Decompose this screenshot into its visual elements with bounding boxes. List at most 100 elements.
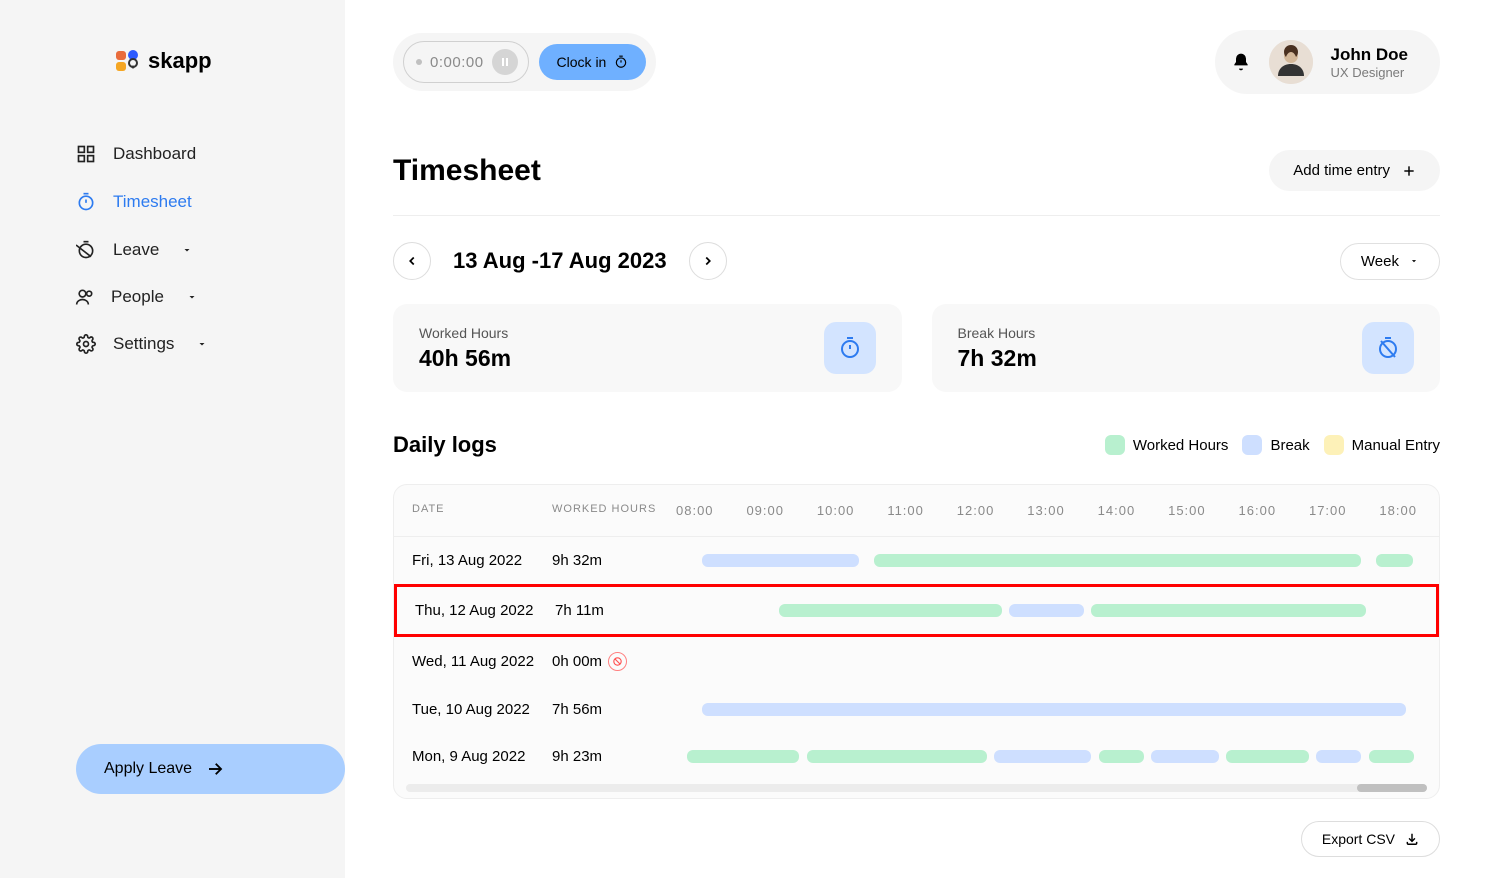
- period-select[interactable]: Week: [1340, 243, 1440, 280]
- apply-leave-button[interactable]: Apply Leave: [76, 744, 345, 794]
- user-info[interactable]: John Doe UX Designer: [1331, 45, 1408, 80]
- header-worked: WORKED HOURS: [552, 503, 672, 518]
- work-bar: [1091, 604, 1366, 617]
- timer-icon: [824, 322, 876, 374]
- work-bar: [807, 750, 987, 763]
- nav-item-label: Timesheet: [113, 192, 192, 212]
- tick: 16:00: [1239, 503, 1277, 518]
- row-timeline: [672, 703, 1421, 716]
- logs-table: DATE WORKED HOURS 08:00 09:00 10:00 11:0…: [393, 484, 1440, 799]
- tick: 11:00: [887, 503, 924, 518]
- row-timeline: [672, 655, 1421, 668]
- elapsed-time: 0:00:00: [430, 54, 484, 71]
- status-dot: [416, 59, 422, 65]
- legend-break: Break: [1242, 435, 1309, 455]
- nav-item-label: Leave: [113, 240, 159, 260]
- work-bar: [1099, 750, 1144, 763]
- avatar[interactable]: [1269, 40, 1313, 84]
- stats-row: Worked Hours 40h 56m Break Hours 7h 32m: [393, 304, 1440, 392]
- tick: 10:00: [817, 503, 855, 518]
- tick: 14:00: [1098, 503, 1136, 518]
- nav-settings[interactable]: Settings: [75, 320, 270, 368]
- worked-value: 40h 56m: [419, 345, 511, 372]
- row-timeline: [675, 604, 1418, 617]
- period-label: Week: [1361, 253, 1399, 270]
- user-name: John Doe: [1331, 45, 1408, 65]
- row-date: Wed, 11 Aug 2022: [412, 653, 552, 670]
- export-csv-button[interactable]: Export CSV: [1301, 821, 1440, 857]
- timer-icon: [75, 191, 97, 213]
- legend-label: Worked Hours: [1133, 437, 1229, 454]
- row-hours: 7h 56m: [552, 701, 672, 718]
- next-week-button[interactable]: [689, 242, 727, 280]
- download-icon: [1405, 832, 1419, 846]
- legend-worked: Worked Hours: [1105, 435, 1229, 455]
- date-range: 13 Aug -17 Aug 2023: [453, 248, 667, 274]
- chevron-down-icon: [186, 291, 198, 303]
- title-row: Timesheet Add time entry: [393, 150, 1440, 216]
- timer-off-icon: [1362, 322, 1414, 374]
- profile-widget: John Doe UX Designer: [1215, 30, 1440, 94]
- legend-label: Manual Entry: [1352, 437, 1440, 454]
- legend-swatch-worked: [1105, 435, 1125, 455]
- nav-timesheet[interactable]: Timesheet: [75, 178, 270, 226]
- timer-icon: [614, 55, 628, 69]
- break-label: Break Hours: [958, 325, 1037, 341]
- pause-button[interactable]: [492, 49, 518, 75]
- skapp-logo-icon: [116, 49, 140, 73]
- arrow-right-icon: [206, 760, 224, 778]
- log-row[interactable]: Mon, 9 Aug 2022 9h 23m: [394, 733, 1439, 780]
- break-bar: [702, 703, 1406, 716]
- break-value: 7h 32m: [958, 345, 1037, 372]
- notification-bell-icon[interactable]: [1231, 52, 1251, 72]
- logo-text: skapp: [148, 48, 212, 74]
- break-bar: [702, 554, 859, 567]
- chevron-down-icon: [1409, 256, 1419, 266]
- sidebar: skapp Dashboard Timesheet Leave: [0, 0, 345, 878]
- nav-people[interactable]: People: [75, 274, 270, 320]
- horizontal-scrollbar[interactable]: [406, 784, 1427, 792]
- row-date: Thu, 12 Aug 2022: [415, 602, 555, 619]
- leave-icon: [75, 239, 97, 261]
- clock-in-button[interactable]: Clock in: [539, 44, 647, 80]
- plus-icon: [1402, 164, 1416, 178]
- apply-leave-label: Apply Leave: [104, 760, 192, 778]
- prev-week-button[interactable]: [393, 242, 431, 280]
- row-hours: 9h 23m: [552, 748, 672, 765]
- worked-label: Worked Hours: [419, 325, 511, 341]
- row-timeline: [672, 554, 1421, 567]
- nav-item-label: People: [111, 287, 164, 307]
- row-timeline: [672, 750, 1421, 763]
- tick: 13:00: [1027, 503, 1065, 518]
- nav-leave[interactable]: Leave: [75, 226, 270, 274]
- work-bar: [1226, 750, 1308, 763]
- work-bar: [874, 554, 1361, 567]
- tick: 15:00: [1168, 503, 1206, 518]
- log-row[interactable]: Fri, 13 Aug 2022 9h 32m: [394, 537, 1439, 584]
- add-time-entry-button[interactable]: Add time entry: [1269, 150, 1440, 191]
- work-bar: [1376, 554, 1413, 567]
- log-row[interactable]: Wed, 11 Aug 2022 0h 00m: [394, 637, 1439, 686]
- date-nav-row: 13 Aug -17 Aug 2023 Week: [393, 242, 1440, 280]
- gear-icon: [75, 333, 97, 355]
- break-bar: [994, 750, 1091, 763]
- worked-hours-card: Worked Hours 40h 56m: [393, 304, 902, 392]
- time-display: 0:00:00: [403, 41, 529, 83]
- legend-swatch-manual: [1324, 435, 1344, 455]
- nav-dashboard[interactable]: Dashboard: [75, 130, 270, 178]
- legend-label: Break: [1270, 437, 1309, 454]
- people-icon: [75, 287, 95, 307]
- work-bar: [779, 604, 1002, 617]
- log-row[interactable]: Tue, 10 Aug 2022 7h 56m: [394, 686, 1439, 733]
- legend-swatch-break: [1242, 435, 1262, 455]
- logs-title: Daily logs: [393, 432, 497, 458]
- legend-manual: Manual Entry: [1324, 435, 1440, 455]
- timeline-ticks: 08:00 09:00 10:00 11:00 12:00 13:00 14:0…: [672, 503, 1421, 518]
- scroll-thumb[interactable]: [1357, 784, 1427, 792]
- log-row-highlighted[interactable]: Thu, 12 Aug 2022 7h 11m: [394, 584, 1439, 637]
- no-tracking-icon: [608, 652, 627, 671]
- break-hours-card: Break Hours 7h 32m: [932, 304, 1441, 392]
- row-date: Tue, 10 Aug 2022: [412, 701, 552, 718]
- logs-header: Daily logs Worked Hours Break Manual Ent…: [393, 432, 1440, 458]
- tick: 18:00: [1379, 503, 1417, 518]
